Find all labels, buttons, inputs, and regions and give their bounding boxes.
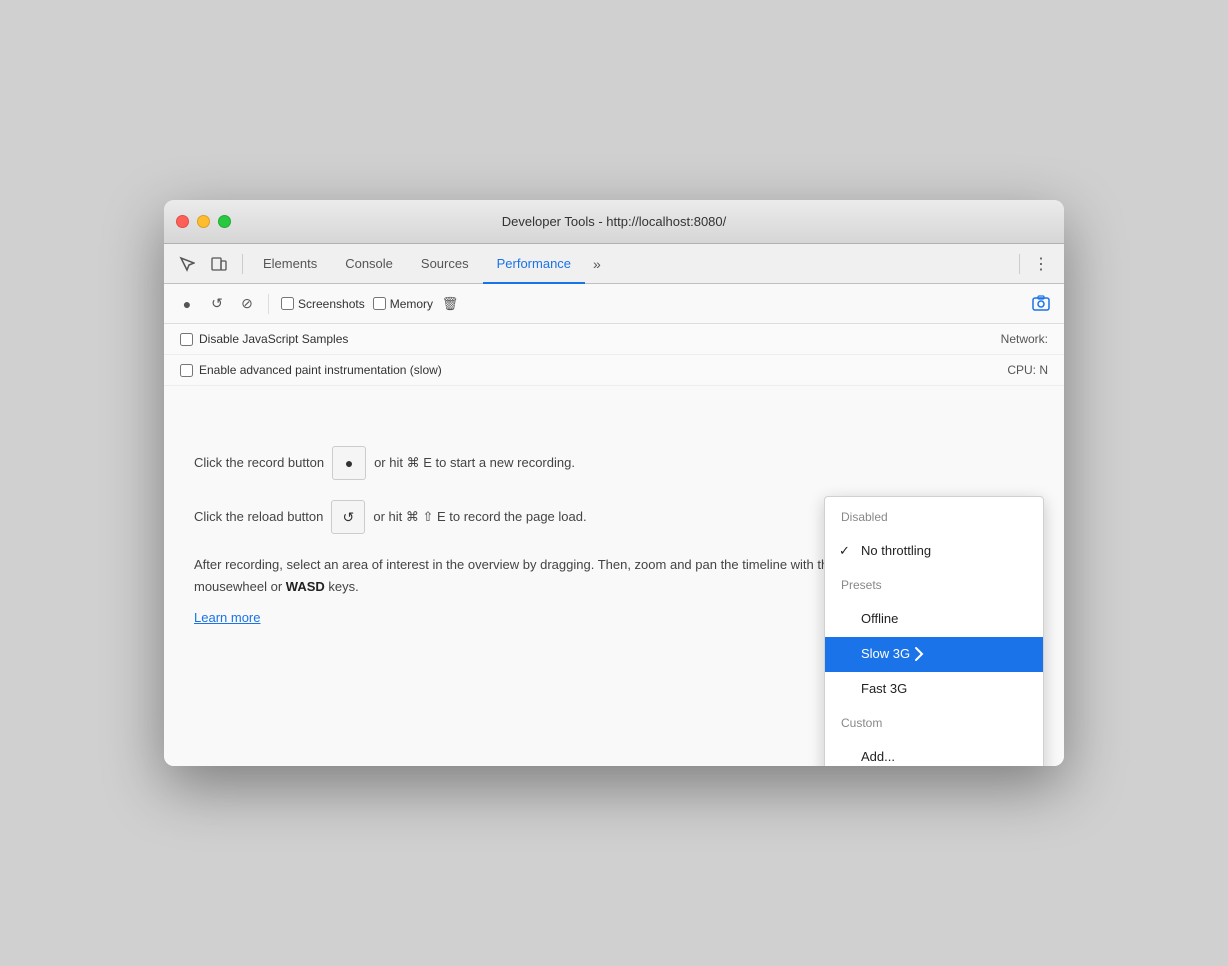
inspect-icon[interactable] [172, 249, 202, 279]
disable-js-row: Disable JavaScript Samples Network: [164, 324, 1064, 355]
tab-performance[interactable]: Performance [483, 244, 585, 284]
dropdown-disabled-header: Disabled [825, 501, 1043, 534]
network-setting: Network: [1001, 332, 1048, 346]
tab-console[interactable]: Console [331, 244, 407, 284]
dropdown-presets-header: Presets [825, 569, 1043, 602]
screenshots-label[interactable]: Screenshots [281, 297, 365, 311]
clear-button[interactable]: ⊘ [234, 291, 260, 317]
tab-sources[interactable]: Sources [407, 244, 483, 284]
minimize-button[interactable] [197, 215, 210, 228]
tab-elements[interactable]: Elements [249, 244, 331, 284]
disable-js-label[interactable]: Disable JavaScript Samples [180, 332, 348, 346]
dropdown-slow-3g[interactable]: Slow 3G [825, 637, 1043, 672]
memory-label[interactable]: Memory [373, 297, 433, 311]
devtools-menu-button[interactable]: ⋮ [1026, 249, 1056, 279]
close-button[interactable] [176, 215, 189, 228]
check-icon: ✓ [839, 541, 850, 562]
delete-button[interactable]: 🗑 [437, 291, 463, 317]
performance-toolbar: ● ↺ ⊘ Screenshots Memory 🗑 [164, 284, 1064, 324]
toolbar-right [1028, 291, 1054, 317]
hint-text-block: After recording, select an area of inter… [194, 554, 894, 598]
cpu-setting: CPU: N [1007, 363, 1048, 377]
record-instruction-line: Click the record button ● or hit ⌘ E to … [194, 446, 1034, 480]
screenshot-capture-icon[interactable] [1028, 291, 1054, 317]
dropdown-no-throttling[interactable]: ✓ No throttling [825, 534, 1043, 569]
tab-separator-1 [242, 254, 243, 274]
learn-more-link[interactable]: Learn more [194, 610, 260, 625]
network-throttle-dropdown: Disabled ✓ No throttling Presets Offline… [824, 496, 1044, 766]
device-mode-icon[interactable] [204, 249, 234, 279]
tabs-bar: Elements Console Sources Performance » ⋮ [164, 244, 1064, 284]
dropdown-offline[interactable]: Offline [825, 602, 1043, 637]
screenshots-checkbox-group: Screenshots [281, 297, 365, 311]
screenshots-checkbox[interactable] [281, 297, 294, 310]
dropdown-fast-3g[interactable]: Fast 3G [825, 672, 1043, 707]
tab-separator-2 [1019, 254, 1020, 274]
record-inline-icon: ● [332, 446, 366, 480]
disable-js-checkbox[interactable] [180, 333, 193, 346]
main-content: Click the record button ● or hit ⌘ E to … [164, 386, 1064, 766]
paint-checkbox[interactable] [180, 364, 193, 377]
paint-row: Enable advanced paint instrumentation (s… [164, 355, 1064, 386]
record-button[interactable]: ● [174, 291, 200, 317]
memory-checkbox[interactable] [373, 297, 386, 310]
memory-checkbox-group: Memory [373, 297, 433, 311]
maximize-button[interactable] [218, 215, 231, 228]
more-tabs-button[interactable]: » [585, 244, 609, 284]
dropdown-custom-header: Custom [825, 707, 1043, 740]
reload-inline-icon: ↺ [331, 500, 365, 534]
titlebar: Developer Tools - http://localhost:8080/ [164, 200, 1064, 244]
toolbar-sep-1 [268, 294, 269, 314]
dropdown-add[interactable]: Add... [825, 740, 1043, 766]
reload-record-button[interactable]: ↺ [204, 291, 230, 317]
paint-label[interactable]: Enable advanced paint instrumentation (s… [180, 363, 442, 377]
traffic-lights [176, 215, 231, 228]
window-title: Developer Tools - http://localhost:8080/ [502, 214, 727, 229]
devtools-window: Developer Tools - http://localhost:8080/… [164, 200, 1064, 766]
